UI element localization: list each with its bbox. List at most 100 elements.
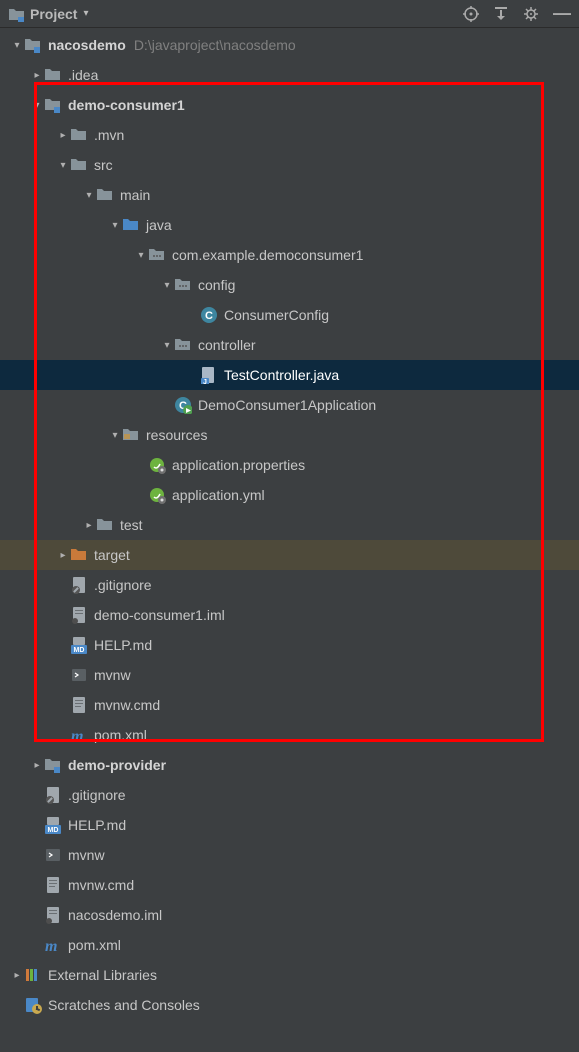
package-icon [174,276,192,294]
resources-folder-icon [122,426,140,444]
test-controller-file[interactable]: ▸ TestController.java [0,360,579,390]
node-label: target [94,547,130,563]
pom-root[interactable]: ▸ pom.xml [0,930,579,960]
chevron-down-icon[interactable]: ▾ [10,40,24,51]
config-package[interactable]: ▾ config [0,270,579,300]
folder-icon [96,186,114,204]
help-md-root[interactable]: ▸ HELP.md [0,810,579,840]
file-icon [70,696,88,714]
module-folder-icon [24,36,42,54]
mvnw-cmd-root[interactable]: ▸ mvnw.cmd [0,870,579,900]
chevron-right-icon[interactable]: ▸ [30,70,44,81]
node-label: com.example.democonsumer1 [172,247,363,263]
node-label: nacosdemo.iml [68,907,162,923]
node-label: demo-consumer1 [68,97,185,113]
node-label: TestController.java [224,367,339,383]
java-file-icon [200,366,218,384]
mvnw-root[interactable]: ▸ mvnw [0,840,579,870]
node-label: .idea [68,67,98,83]
hide-icon[interactable]: — [553,3,571,24]
node-label: External Libraries [48,967,157,983]
node-label: HELP.md [94,637,152,653]
node-label: java [146,217,172,233]
gitignore-file[interactable]: ▸ .gitignore [0,570,579,600]
chevron-right-icon[interactable]: ▸ [10,970,24,981]
help-md-file[interactable]: ▸ HELP.md [0,630,579,660]
chevron-right-icon[interactable]: ▸ [82,520,96,531]
chevron-down-icon[interactable]: ▾ [82,190,96,201]
chevron-down-icon[interactable]: ▾ [160,280,174,291]
app-properties-file[interactable]: ▸ application.properties [0,450,579,480]
iml-file[interactable]: ▸ demo-consumer1.iml [0,600,579,630]
mvn-folder[interactable]: ▸ .mvn [0,120,579,150]
mvnw-file[interactable]: ▸ mvnw [0,660,579,690]
demo-consumer1-folder[interactable]: ▾ demo-consumer1 [0,90,579,120]
node-label: demo-provider [68,757,166,773]
pom-file[interactable]: ▸ pom.xml [0,720,579,750]
libraries-icon [24,966,42,984]
runnable-class-icon [174,396,192,414]
nacosdemo-iml[interactable]: ▸ nacosdemo.iml [0,900,579,930]
demo-provider-folder[interactable]: ▸ demo-provider [0,750,579,780]
test-folder[interactable]: ▸ test [0,510,579,540]
target-folder[interactable]: ▸ target [0,540,579,570]
chevron-down-icon[interactable]: ▾ [134,250,148,261]
package-icon [148,246,166,264]
scratches-consoles[interactable]: ▸ Scratches and Consoles [0,990,579,1020]
target-folder-icon [70,546,88,564]
external-libraries[interactable]: ▸ External Libraries [0,960,579,990]
spring-config-icon [148,486,166,504]
root-path: D:\javaproject\nacosdemo [134,37,296,53]
class-icon [200,306,218,324]
chevron-down-icon[interactable]: ▾ [56,160,70,171]
markdown-icon [44,816,62,834]
package-icon [174,336,192,354]
node-label: config [198,277,235,293]
shell-icon [70,666,88,684]
folder-icon [96,516,114,534]
node-label: demo-consumer1.iml [94,607,225,623]
java-folder[interactable]: ▾ java [0,210,579,240]
consumer-config-class[interactable]: ▸ ConsumerConfig [0,300,579,330]
file-icon [70,606,88,624]
project-icon [8,6,24,22]
chevron-right-icon[interactable]: ▸ [30,760,44,771]
idea-folder[interactable]: ▸ .idea [0,60,579,90]
main-folder[interactable]: ▾ main [0,180,579,210]
spring-config-icon [148,456,166,474]
scratch-icon [24,996,42,1014]
src-folder[interactable]: ▾ src [0,150,579,180]
controller-package[interactable]: ▾ controller [0,330,579,360]
chevron-right-icon[interactable]: ▸ [56,130,70,141]
settings-icon[interactable] [523,6,539,22]
node-label: mvnw.cmd [94,697,160,713]
gitignore-file-root[interactable]: ▸ .gitignore [0,780,579,810]
markdown-icon [70,636,88,654]
app-yml-file[interactable]: ▸ application.yml [0,480,579,510]
node-label: mvnw [94,667,131,683]
mvnw-cmd-file[interactable]: ▸ mvnw.cmd [0,690,579,720]
project-toolbar: Project ▾ — [0,0,579,28]
node-label: application.yml [172,487,265,503]
maven-icon [70,726,88,744]
collapse-icon[interactable] [493,6,509,22]
resources-folder[interactable]: ▾ resources [0,420,579,450]
application-class[interactable]: ▸ DemoConsumer1Application [0,390,579,420]
node-label: test [120,517,143,533]
node-label: src [94,157,113,173]
chevron-down-icon[interactable]: ▾ [30,100,44,111]
target-icon[interactable] [463,6,479,22]
package-folder[interactable]: ▾ com.example.democonsumer1 [0,240,579,270]
toolbar-title[interactable]: Project [30,6,77,22]
node-label: pom.xml [94,727,147,743]
node-label: application.properties [172,457,305,473]
chevron-down-icon[interactable]: ▾ [160,340,174,351]
node-label: pom.xml [68,937,121,953]
module-folder-icon [44,96,62,114]
chevron-down-icon[interactable]: ▾ [108,220,122,231]
toolbar-dropdown-icon[interactable]: ▾ [83,8,88,19]
chevron-right-icon[interactable]: ▸ [56,550,70,561]
node-label: .gitignore [68,787,126,803]
root-node[interactable]: ▾ nacosdemo D:\javaproject\nacosdemo [0,30,579,60]
chevron-down-icon[interactable]: ▾ [108,430,122,441]
